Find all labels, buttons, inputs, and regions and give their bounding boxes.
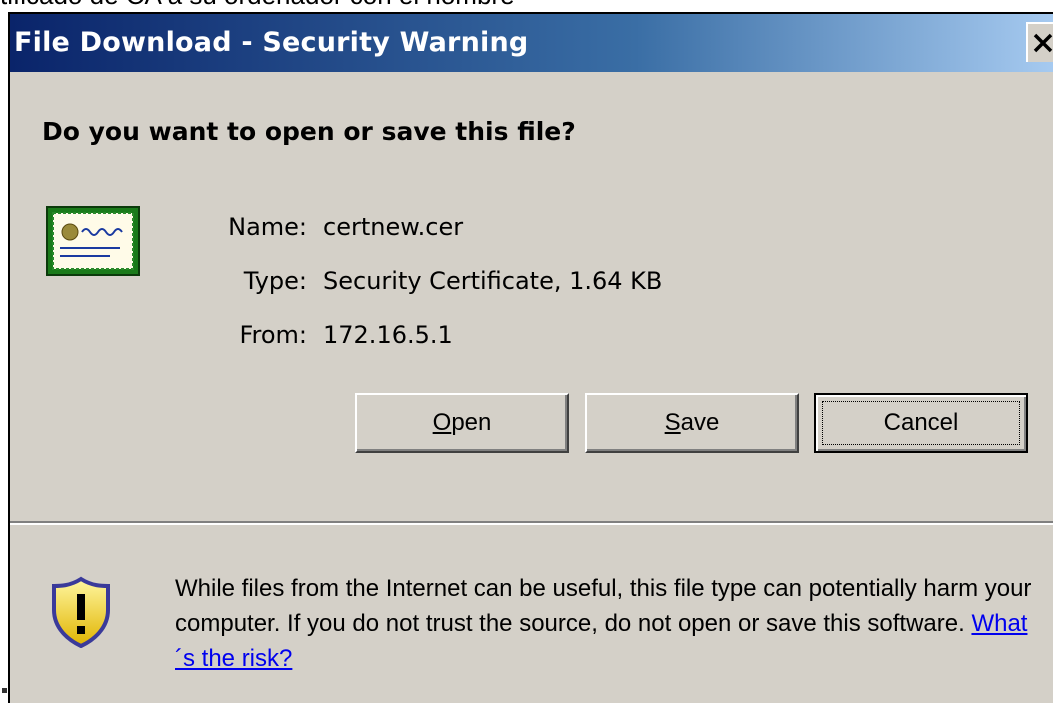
save-button-label: Save (664, 409, 720, 436)
title-bar[interactable]: File Download - Security Warning (10, 14, 1053, 72)
type-value: Security Certificate, 1.64 KB (323, 267, 663, 295)
name-value: certnew.cer (323, 213, 464, 241)
from-label: From: (239, 321, 307, 349)
open-button[interactable]: Open (355, 393, 569, 453)
dialog-title: File Download - Security Warning (14, 27, 529, 58)
focus-rectangle (822, 401, 1020, 445)
close-icon (1032, 32, 1053, 54)
close-button[interactable] (1026, 22, 1053, 62)
open-button-label: Open (432, 409, 492, 436)
background-page-text: tificado de CA a su ordenador con el nom… (0, 0, 515, 11)
dialog-question: Do you want to open or save this file? (42, 117, 576, 146)
security-warning-text: While files from the Internet can be use… (175, 571, 1045, 676)
file-download-dialog: File Download - Security Warning Do you … (8, 12, 1053, 703)
type-label: Type: (243, 267, 307, 295)
warning-message: While files from the Internet can be use… (175, 575, 1032, 637)
name-label: Name: (228, 213, 307, 241)
from-value: 172.16.5.1 (323, 321, 453, 349)
save-button[interactable]: Save (585, 393, 799, 453)
shield-warning-icon (50, 576, 112, 653)
certificate-icon (46, 206, 140, 281)
background-bullet (2, 688, 7, 693)
cancel-button[interactable]: Cancel (814, 393, 1028, 453)
dialog-separator (10, 521, 1053, 525)
